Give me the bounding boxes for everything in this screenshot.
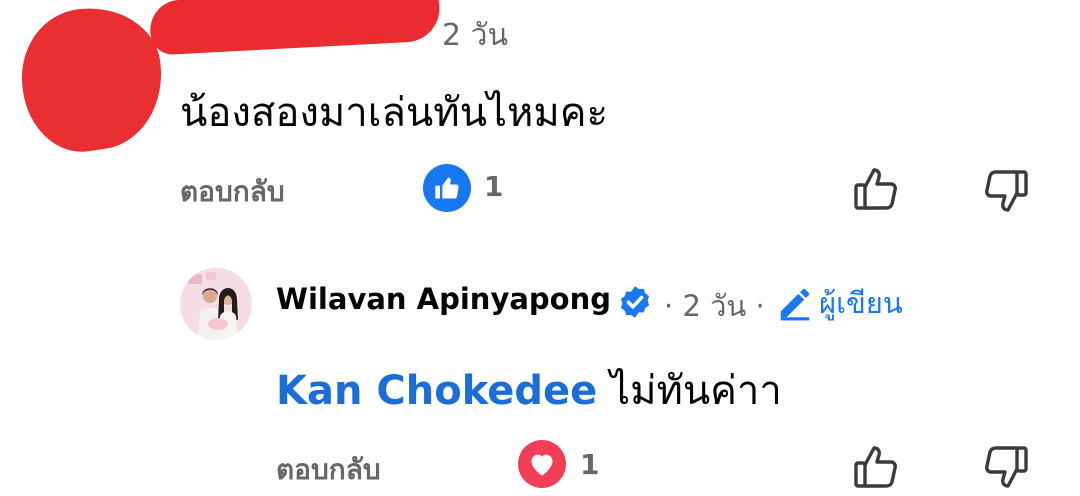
comment-meta: · 2 วัน · xyxy=(664,283,765,329)
author-badge: ผู้เขียน xyxy=(776,280,903,321)
reaction-count: 1 xyxy=(484,170,504,203)
thumbs-up-icon[interactable] xyxy=(852,442,900,494)
like-icon xyxy=(435,177,459,199)
thumbs-down-icon[interactable] xyxy=(982,168,1030,220)
thumbs-up-icon[interactable] xyxy=(852,164,900,216)
comment-timestamp: 2 วัน xyxy=(682,289,747,323)
reply-button[interactable]: ตอบกลับ xyxy=(180,170,285,214)
reaction-count: 1 xyxy=(580,448,600,481)
pencil-icon xyxy=(780,288,810,321)
like-reaction-badge[interactable] xyxy=(423,164,471,212)
comment-text: น้องสองมาเล่นทันไหมคะ xyxy=(180,90,609,136)
comment-author[interactable]: Wilavan Apinyapong xyxy=(276,282,611,316)
heart-icon xyxy=(531,454,553,476)
redacted-author-name xyxy=(148,0,442,56)
thumbs-down-icon[interactable] xyxy=(982,444,1030,496)
comment-timestamp: 2 วัน xyxy=(442,18,508,53)
reply-button[interactable]: ตอบกลับ xyxy=(276,448,381,492)
comment-text: ไม่ทันค่าา xyxy=(609,368,782,414)
verified-badge-icon xyxy=(617,284,653,324)
heart-reaction-badge[interactable] xyxy=(518,440,566,488)
separator-dot: · xyxy=(664,289,674,323)
mention-link[interactable]: Kan Chokedee xyxy=(276,368,597,414)
redacted-avatar xyxy=(12,0,172,160)
comment-text-container: Kan Chokedee ไม่ทันค่าา xyxy=(276,358,782,422)
separator-dot: · xyxy=(755,289,765,323)
avatar[interactable] xyxy=(180,268,252,340)
author-label: ผู้เขียน xyxy=(819,286,903,320)
